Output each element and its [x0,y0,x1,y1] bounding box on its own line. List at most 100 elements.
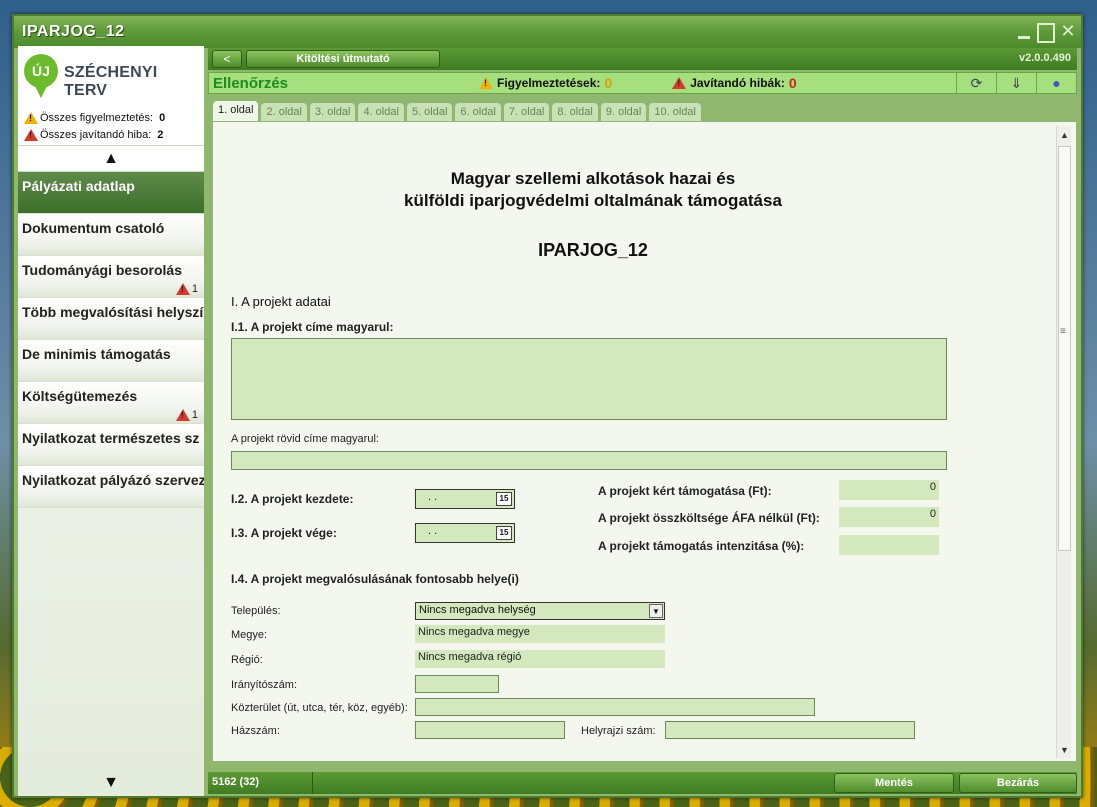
county-label: Megye: [231,629,268,641]
total-warnings-label: Összes figyelmeztetés: [40,112,154,124]
end-date-label: I.3. A projekt vége: [231,526,337,540]
error-badge-count: 1 [191,409,198,421]
form-title-line2: külföldi iparjogvédelmi oltalmának támog… [404,191,782,210]
street-input[interactable] [415,698,815,716]
total-warnings-count: 0 [159,112,166,124]
top-toolbar: < Kitöltési útmutató v2.0.0.490 [208,48,1077,70]
scroll-down-icon[interactable]: ▼ [1060,745,1069,755]
lot-number-label: Helyrajzi szám: [581,725,656,737]
warning-icon [24,112,38,124]
total-errors: Összes javítandó hiba: 2 [24,129,163,141]
section-title: I. A projekt adatai [231,294,331,309]
short-title-input[interactable] [231,451,947,470]
region-value: Nincs megadva régió [415,650,665,668]
form-title: Magyar szellemi alkotások hazai és külfö… [213,168,973,212]
warnings-summary: Figyelmeztetések: 0 [479,75,612,91]
app-window: IPARJOG_12 ✕ ÚJ SZÉCHENYI TERV Összes fi… [12,14,1083,798]
error-icon [24,129,38,141]
calendar-icon[interactable]: 15 [496,526,512,540]
intensity-value [839,535,939,555]
logo-mark: ÚJ [24,54,58,98]
start-date-label: I.2. A projekt kezdete: [231,492,354,506]
nav-item-dokumentum-csatolo[interactable]: Dokumentum csatoló [18,214,204,256]
tab-page-3[interactable]: 3. oldal [308,102,357,121]
end-date-field[interactable]: . . 15 [415,523,515,543]
errors-summary: Javítandó hibák: 0 [672,75,797,91]
download-icon[interactable]: ⇓ [996,73,1036,93]
help-icon[interactable]: ● [1036,73,1076,93]
maximize-button[interactable] [1037,22,1055,42]
nav-scroll-down-button[interactable]: ▼ [18,774,204,792]
tab-page-1[interactable]: 1. oldal [212,100,260,121]
window-title: IPARJOG_12 [22,23,125,40]
title-hu-input[interactable] [231,338,947,420]
scroll-up-icon[interactable]: ▲ [1060,130,1069,140]
warning-icon [479,77,493,89]
calendar-icon[interactable]: 15 [496,492,512,506]
chevron-down-icon[interactable]: ▼ [649,604,663,618]
nav-item-koltsegutemezes[interactable]: Költségütemezés 1 [18,382,204,424]
form-scrollbar[interactable]: ▲ ≡ ▼ [1056,126,1071,758]
scrollbar-thumb[interactable] [1058,146,1071,551]
warnings-label: Figyelmeztetések: [497,76,601,90]
intensity-label: A projekt támogatás intenzitása (%): [598,539,805,553]
requested-label: A projekt kért támogatása (Ft): [598,484,772,498]
save-button[interactable]: Mentés [834,773,954,793]
nav-item-label: Tudományági besorolás [22,262,182,278]
form-code: IPARJOG_12 [538,240,648,260]
check-bar: Ellenőrzés Figyelmeztetések: 0 Javítandó… [208,72,1077,94]
page-tabs: 1. oldal 2. oldal 3. oldal 4. oldal 5. o… [212,100,702,121]
nav-item-nyilatkozat-palyazo[interactable]: Nyilatkozat pályázó szervez [18,466,204,508]
zip-input[interactable] [415,675,499,693]
nav-item-label: Nyilatkozat pályázó szervez [22,472,204,488]
zip-label: Irányítószám: [231,679,298,691]
nav-item-de-minimis[interactable]: De minimis támogatás [18,340,204,382]
logo-text: SZÉCHENYI TERV [64,64,158,99]
error-badge-count: 1 [191,283,198,295]
refresh-icon[interactable]: ⟳ [956,73,996,93]
settlement-select[interactable]: Nincs megadva helység ▼ [415,602,665,620]
errors-label: Javítandó hibák: [690,76,785,90]
location-section-label: I.4. A projekt megvalósulásának fontosab… [231,572,519,586]
tab-page-2[interactable]: 2. oldal [260,102,308,121]
error-badge: 1 [175,409,198,421]
settlement-label: Település: [231,605,281,617]
tab-page-7[interactable]: 7. oldal [502,102,551,121]
short-title-label: A projekt rövid címe magyarul: [231,433,379,445]
tab-page-10[interactable]: 10. oldal [648,102,702,121]
nav-item-tudomanyagi-besorolas[interactable]: Tudományági besorolás 1 [18,256,204,298]
tab-page-6[interactable]: 6. oldal [454,102,502,121]
nav-item-label: Pályázati adatlap [22,178,135,194]
start-date-value: . . [428,491,438,503]
status-text: 5162 (32) [212,776,260,788]
start-date-field[interactable]: . . 15 [415,489,515,509]
nav-item-tobb-helyszin[interactable]: Több megvalósítási helyszín [18,298,204,340]
minimize-button[interactable] [1015,22,1033,42]
check-title: Ellenőrzés [213,74,289,92]
status-bar: 5162 (32) Mentés Bezárás [208,772,1077,794]
tab-page-9[interactable]: 9. oldal [599,102,648,121]
warnings-count: 0 [604,75,613,91]
nav-item-label: Nyilatkozat természetes sz [22,430,200,446]
nav-item-nyilatkozat-termeszetes[interactable]: Nyilatkozat természetes sz [18,424,204,466]
house-number-input[interactable] [415,721,565,739]
tab-page-4[interactable]: 4. oldal [357,102,405,121]
region-label: Régió: [231,654,263,666]
settlement-value: Nincs megadva helység [419,604,536,616]
error-icon [672,77,687,89]
tab-page-8[interactable]: 8. oldal [551,102,599,121]
street-label: Közterület (út, utca, tér, köz, egyéb): [231,702,408,714]
nav-item-label: Több megvalósítási helyszín [22,304,204,320]
close-window-button[interactable]: ✕ [1059,22,1077,42]
lot-number-input[interactable] [665,721,915,739]
nav-item-label: Költségütemezés [22,388,138,404]
nav-scroll-up-button[interactable]: ▲ [18,146,204,172]
title-hu-label: I.1. A projekt címe magyarul: [231,320,394,334]
status-divider [312,772,313,794]
close-button[interactable]: Bezárás [959,773,1077,793]
back-button[interactable]: < [212,50,242,68]
nav-item-palyazati-adatlap[interactable]: Pályázati adatlap [18,172,204,214]
error-icon [175,409,190,421]
guide-button[interactable]: Kitöltési útmutató [246,50,440,68]
tab-page-5[interactable]: 5. oldal [405,102,454,121]
